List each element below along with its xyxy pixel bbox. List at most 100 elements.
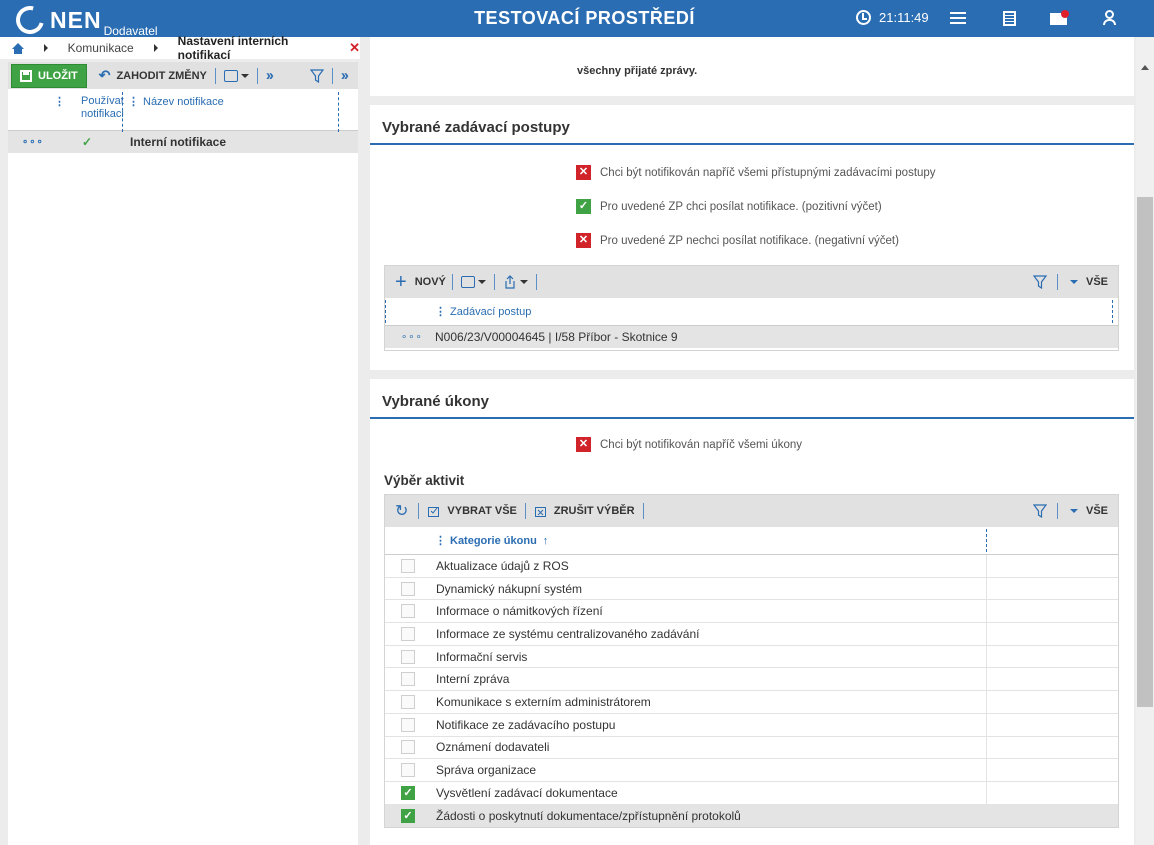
nen-logo[interactable]: NEN Dodavatel [10,0,158,40]
notification-name: Interní notifikace [130,135,227,149]
unchecked-checkbox[interactable] [401,649,415,664]
list-item[interactable]: Informační servis [385,645,1118,669]
activity-label: Aktualizace údajů z ROS [436,558,569,573]
user-icon[interactable] [1099,9,1119,29]
activity-label: Informační servis [436,649,528,664]
chevron-right-icon [153,44,158,52]
unchecked-checkbox[interactable] [401,558,415,573]
calculator-icon[interactable] [1000,9,1020,29]
filter-icon[interactable] [1032,275,1047,289]
scroll-up-icon[interactable] [1141,65,1149,70]
close-icon[interactable]: ✕ [349,40,360,56]
option-all-procedures[interactable]: ✕ Chci být notifikován napříč všemi přís… [576,165,936,180]
undo-icon: ↶ [98,67,111,83]
info-text: všechny přijaté zprávy. [577,65,698,77]
procedures-grid: + NOVÝ VŠE ⋮ Zadávací postup ∘∘∘ N006/23… [384,265,1119,351]
option-negative-list[interactable]: ✕ Pro uvedené ZP nechci posílat notifika… [576,233,899,248]
unchecked-checkbox[interactable] [401,763,415,778]
caret-down-icon[interactable] [1069,280,1078,284]
print-icon [460,276,475,288]
list-item[interactable]: ✓ Žádosti o poskytnutí dokumentace/zpříst… [385,804,1118,828]
home-icon[interactable] [12,42,24,54]
activities-toolbar: ↻ VYBRAT VŠE ZRUŠIT VÝBĚR VŠE [385,495,1118,527]
activity-label: Informace ze systému centralizovaného za… [436,626,700,641]
actions-card: Vybrané úkony ✕ Chci být notifikován nap… [370,379,1134,845]
option-positive-list[interactable]: ✓ Pro uvedené ZP chci posílat notifikace… [576,199,882,214]
unchecked-checkbox[interactable] [401,672,415,687]
clear-selection-button[interactable]: ZRUŠIT VÝBĚR [528,499,641,523]
unchecked-checkbox[interactable] [401,694,415,709]
list-item[interactable]: Oznámení dodavateli [385,736,1118,760]
all-selector[interactable]: VŠE [1086,276,1108,288]
unchecked-x-icon: ✕ [576,233,591,248]
activities-grid-header[interactable]: ⋮ Kategorie úkonu ↑ [385,527,1118,555]
print-menu-button[interactable] [218,64,255,88]
actions-title: Vybrané úkony [370,379,1134,419]
procedure-value: N006/23/V00004645 | I/58 Příbor - Skotni… [435,330,678,344]
table-row[interactable]: ∘∘∘ N006/23/V00004645 | I/58 Příbor - Sk… [385,326,1118,348]
print-menu-button[interactable] [455,270,492,294]
mail-icon[interactable] [1050,9,1070,29]
breadcrumb-item-komunikace[interactable]: Komunikace [68,41,134,55]
column-header-name[interactable]: ⋮ Název notifikace [122,89,338,130]
filter-icon[interactable] [1032,504,1047,518]
refresh-icon[interactable]: ↻ [395,501,408,521]
left-toolbar: ULOŽIT ↶ ZAHODIT ZMĚNY ›› ›› [8,62,358,89]
activity-label: Informace o námitkových řízení [436,604,603,619]
logo-text: NEN [50,7,102,33]
notification-dot [1061,10,1069,18]
unchecked-x-icon: ✕ [576,437,591,452]
filter-icon [309,68,324,83]
list-item[interactable]: Komunikace s externím administrátorem [385,691,1118,714]
unchecked-checkbox[interactable] [401,740,415,755]
expand-filter-button[interactable]: ›› [335,64,353,88]
new-button[interactable]: NOVÝ [415,270,450,294]
activity-label: Správa organizace [436,763,537,778]
checked-checkbox[interactable]: ✓ [401,785,415,800]
info-card: všechny přijaté zprávy. [370,37,1134,96]
caret-down-icon [477,280,486,284]
caret-down-icon [519,280,528,284]
discard-changes-button[interactable]: ↶ ZAHODIT ZMĚNY [93,64,213,88]
unchecked-checkbox[interactable] [401,626,415,641]
menu-icon[interactable] [948,9,968,29]
filter-button[interactable] [304,64,330,88]
all-selector[interactable]: VŠE [1086,505,1108,517]
list-item[interactable]: Informace o námitkových řízení [385,600,1118,624]
activity-label: Oznámení dodavateli [436,740,550,755]
list-item[interactable]: Dynamický nákupní systém [385,577,1118,601]
list-item[interactable]: Informace ze systému centralizovaného za… [385,623,1118,646]
list-item[interactable]: Notifikace ze zadávacího postupu [385,713,1118,737]
select-all-icon [428,507,440,517]
row-menu-icon[interactable]: ∘∘∘ [8,137,52,148]
save-button[interactable]: ULOŽIT [11,63,87,88]
unchecked-checkbox[interactable] [401,717,415,732]
double-chevron-right-icon: ›› [265,67,274,84]
activity-label: Dynamický nákupní systém [436,581,583,596]
list-item[interactable]: ✓ Vysvětlení zadávací dokumentace [385,781,1118,805]
scrollbar[interactable] [1136,37,1154,845]
scrollbar-thumb[interactable] [1137,197,1153,707]
unchecked-checkbox[interactable] [401,604,415,619]
row-menu-icon[interactable]: ∘∘∘ [385,332,435,343]
select-all-button[interactable]: VYBRAT VŠE [421,499,522,523]
caret-down-icon[interactable] [1069,509,1078,513]
list-item[interactable]: Aktualizace údajů z ROS [385,555,1118,578]
procedures-grid-header[interactable]: ⋮ Zadávací postup [385,298,1118,326]
unchecked-checkbox[interactable] [401,581,415,596]
expand-toolbar-button[interactable]: ›› [260,64,278,88]
table-row[interactable]: ∘∘∘ ✓ Interní notifikace [8,131,358,153]
option-all-actions[interactable]: ✕ Chci být notifikován napříč všemi úkon… [576,437,802,452]
print-icon [223,69,238,82]
clock-icon [856,10,871,25]
column-header-enabled[interactable]: ⋮ Používat notifikaci [8,89,124,130]
activity-label: Interní zpráva [436,672,510,687]
list-item[interactable]: Správa organizace [385,759,1118,782]
procedures-title: Vybrané zadávací postupy [370,105,1134,145]
column-header-category: Kategorie úkonu [450,534,537,547]
list-item[interactable]: Interní zpráva [385,668,1118,692]
export-menu-button[interactable] [497,270,534,294]
export-icon [505,275,515,289]
sort-ascending-icon: ↑ [542,534,549,547]
checked-checkbox[interactable]: ✓ [401,808,415,823]
